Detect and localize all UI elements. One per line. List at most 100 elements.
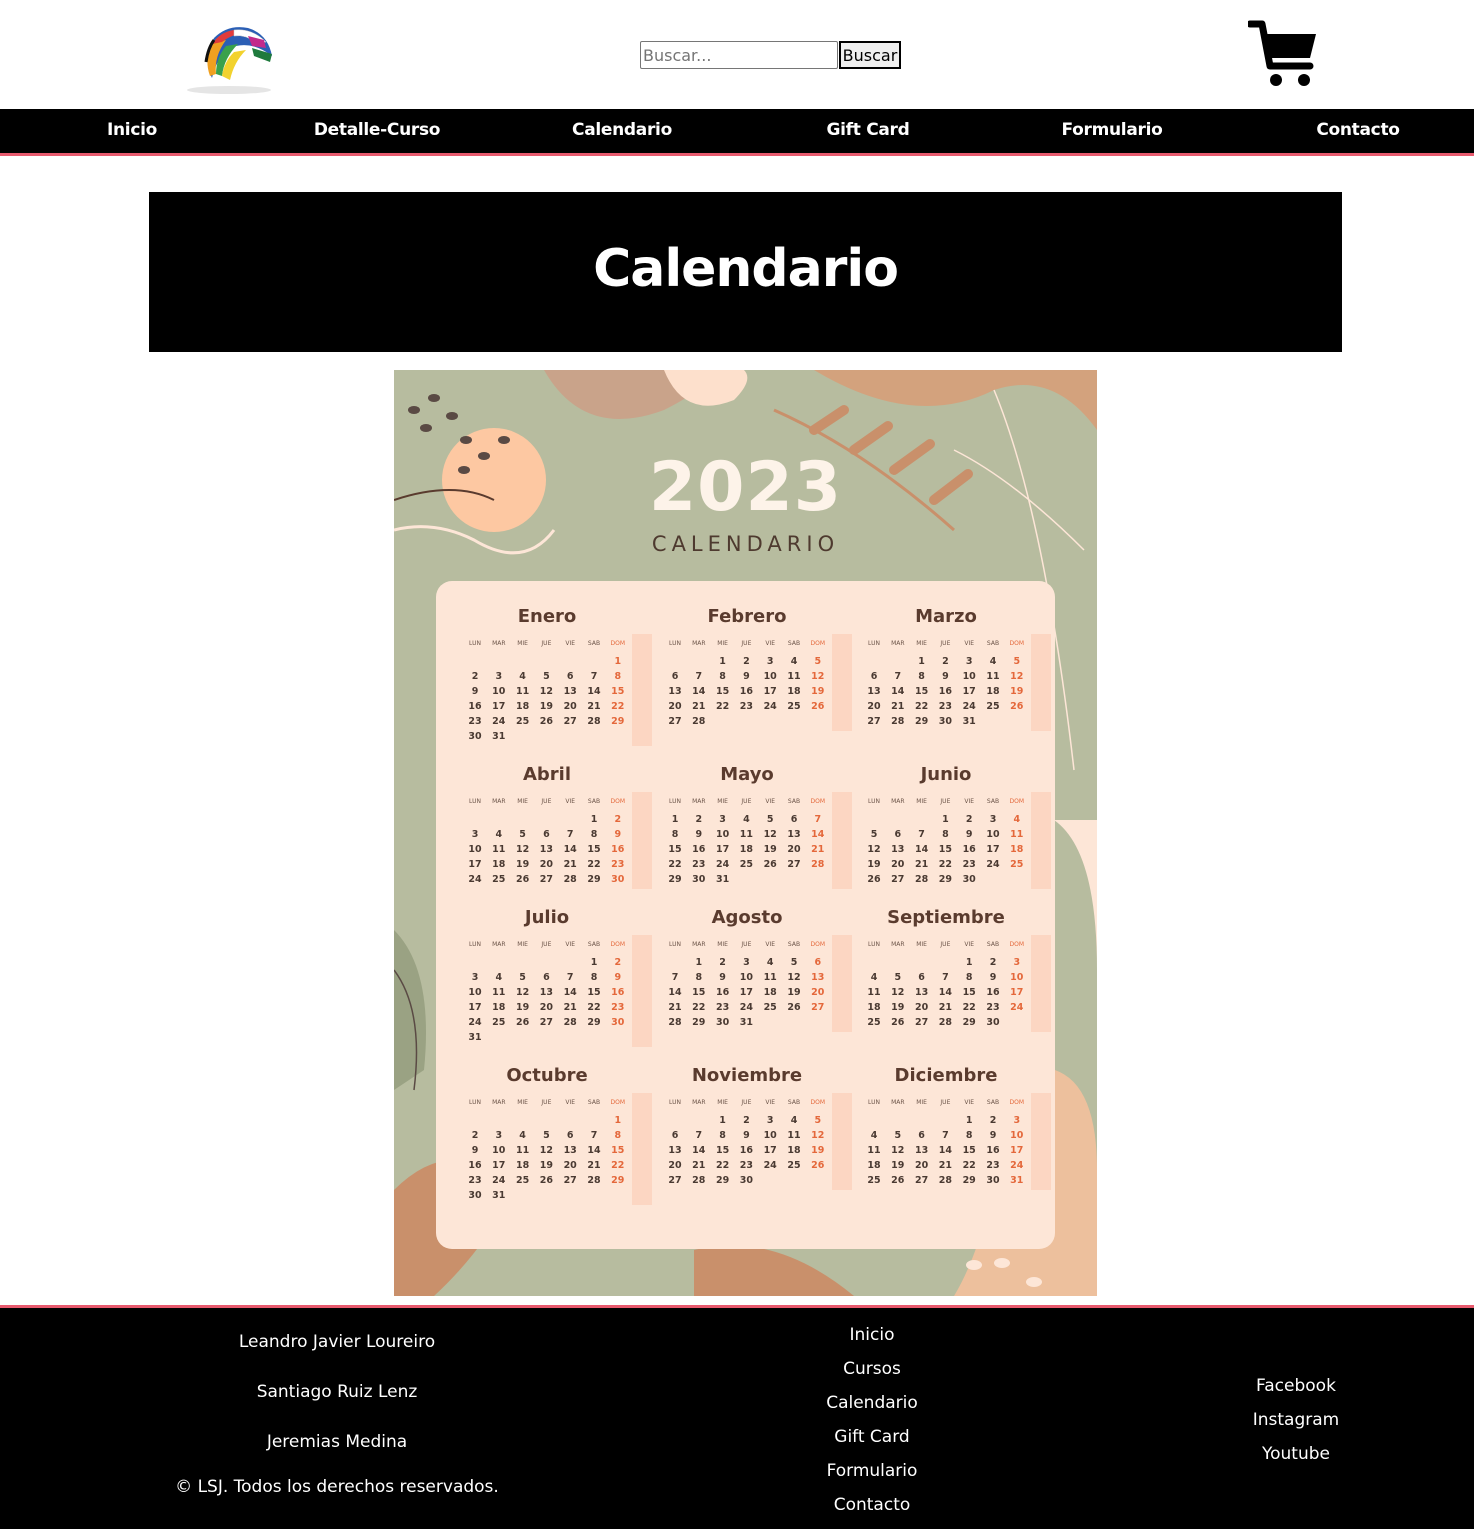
footer-social-youtube[interactable]: Youtube xyxy=(1196,1444,1396,1464)
weekday-label: DOM xyxy=(1009,640,1025,647)
weekday-label: LUN xyxy=(868,798,880,805)
weekday-label: VIE xyxy=(964,1099,975,1106)
calendar-day: 10 xyxy=(1010,972,1024,983)
footer-social-instagram[interactable]: Instagram xyxy=(1196,1410,1396,1430)
calendar-day: 24 xyxy=(468,874,482,885)
weekday-label: VIE xyxy=(964,941,975,948)
calendar-day: 10 xyxy=(492,686,506,697)
calendar-day: 10 xyxy=(739,972,753,983)
calendar-day: 24 xyxy=(715,859,730,870)
calendar-day: 20 xyxy=(539,1002,553,1013)
footer-link-calendario[interactable]: Calendario xyxy=(772,1393,972,1413)
weekday-label: VIE xyxy=(765,640,776,647)
calendar-day: 22 xyxy=(962,1002,976,1013)
weekday-label: LUN xyxy=(868,1099,880,1106)
calendar-day: 9 xyxy=(695,829,703,840)
weekday-label: MAR xyxy=(692,798,706,805)
calendar-day: 17 xyxy=(715,844,730,855)
search-button[interactable]: Buscar xyxy=(839,41,901,69)
calendar-day: 8 xyxy=(695,972,703,983)
calendar-day: 8 xyxy=(942,829,949,840)
calendar-day: 20 xyxy=(563,701,577,712)
calendar-day: 17 xyxy=(763,686,777,697)
footer-link-contacto[interactable]: Contacto xyxy=(772,1495,972,1515)
calendar-day: 12 xyxy=(891,1145,905,1156)
calendar-day: 28 xyxy=(938,1017,952,1028)
calendar-day: 25 xyxy=(763,1002,777,1013)
calendar-day: 16 xyxy=(715,987,730,998)
calendar-day: 9 xyxy=(743,671,750,682)
weekday-label: MAR xyxy=(891,941,905,948)
calendar-day: 7 xyxy=(566,972,574,983)
calendar-day: 19 xyxy=(891,1002,905,1013)
calendar-day: 8 xyxy=(965,972,973,983)
calendar-day: 3 xyxy=(495,671,503,682)
calendar-day: 2 xyxy=(989,957,997,968)
calendar-day: 22 xyxy=(715,701,730,712)
nav-item-inicio[interactable]: Inicio xyxy=(32,109,232,153)
footer-link-formulario[interactable]: Formulario xyxy=(772,1461,972,1481)
weekday-label: JUE xyxy=(541,798,552,805)
weekday-label: DOM xyxy=(810,1099,826,1106)
calendar-day: 24 xyxy=(468,1017,482,1028)
nav-item-formulario[interactable]: Formulario xyxy=(1012,109,1212,153)
calendar-day: 19 xyxy=(891,1160,905,1171)
calendar-day: 18 xyxy=(739,844,753,855)
calendar-day: 6 xyxy=(790,814,798,825)
calendar-day: 25 xyxy=(515,716,530,727)
calendar-day: 26 xyxy=(891,1017,905,1028)
calendar-day: 22 xyxy=(938,859,952,870)
weekday-label: MIE xyxy=(717,941,728,948)
weekday-label: MAR xyxy=(891,1099,905,1106)
calendar-day: 21 xyxy=(692,1160,706,1171)
footer-author: Leandro Javier Loureiro xyxy=(238,1332,436,1352)
calendar-day: 11 xyxy=(763,972,777,983)
search-input[interactable] xyxy=(640,41,838,69)
calendar-day: 10 xyxy=(468,987,482,998)
weekday-label: JUE xyxy=(741,941,752,948)
calendar-day: 8 xyxy=(719,671,726,682)
weekday-label: VIE xyxy=(565,941,576,948)
calendar-day: 19 xyxy=(539,1160,553,1171)
calendar-day: 26 xyxy=(811,701,825,712)
weekday-label: DOM xyxy=(1009,941,1025,948)
calendar-day: 31 xyxy=(1010,1175,1024,1186)
calendar-day: 25 xyxy=(1010,859,1024,870)
calendar-day: 16 xyxy=(468,1160,482,1171)
footer-social-facebook[interactable]: Facebook xyxy=(1196,1376,1396,1396)
calendar-day: 1 xyxy=(695,957,703,968)
month-name: Febrero xyxy=(707,606,787,627)
calendar-day: 15 xyxy=(692,987,706,998)
calendar-day: 15 xyxy=(587,987,601,998)
weekday-label: MAR xyxy=(891,798,905,805)
calendar-day: 30 xyxy=(962,874,976,885)
calendar-day: 28 xyxy=(563,874,577,885)
weekday-label: VIE xyxy=(565,798,576,805)
calendar-day: 4 xyxy=(519,671,526,682)
calendar-day: 18 xyxy=(492,859,506,870)
calendar-day: 4 xyxy=(989,656,997,667)
footer-link-inicio[interactable]: Inicio xyxy=(772,1325,972,1345)
calendar-day: 9 xyxy=(743,1130,750,1141)
calendar-months-panel: Enero LUN MAR MIE JUE VIE SAB DOM 1 2 3 4 5 6 7 8 9 10 11 1… xyxy=(436,581,1055,1249)
cart-icon[interactable] xyxy=(1246,20,1318,90)
nav-item-detalle-curso[interactable]: Detalle-Curso xyxy=(277,109,477,153)
weekday-label: DOM xyxy=(610,798,626,805)
nav-item-calendario[interactable]: Calendario xyxy=(522,109,722,153)
weekday-label: SAB xyxy=(986,798,1000,805)
calendar-day: 29 xyxy=(668,874,682,885)
sunday-column-highlight xyxy=(832,935,852,1032)
calendar-day: 13 xyxy=(668,686,682,697)
nav-item-contacto[interactable]: Contacto xyxy=(1258,109,1458,153)
footer-link-cursos[interactable]: Cursos xyxy=(772,1359,972,1379)
globe-logo-icon[interactable] xyxy=(182,18,276,98)
calendar-day: 6 xyxy=(894,829,902,840)
weekday-label: MAR xyxy=(492,1099,506,1106)
calendar-day: 23 xyxy=(611,1002,625,1013)
weekday-label: MIE xyxy=(916,798,927,805)
calendar-day: 13 xyxy=(891,844,905,855)
calendar-day: 29 xyxy=(715,1175,730,1186)
footer-link-gift-card[interactable]: Gift Card xyxy=(772,1427,972,1447)
calendar-day: 31 xyxy=(962,716,976,727)
nav-item-gift-card[interactable]: Gift Card xyxy=(768,109,968,153)
